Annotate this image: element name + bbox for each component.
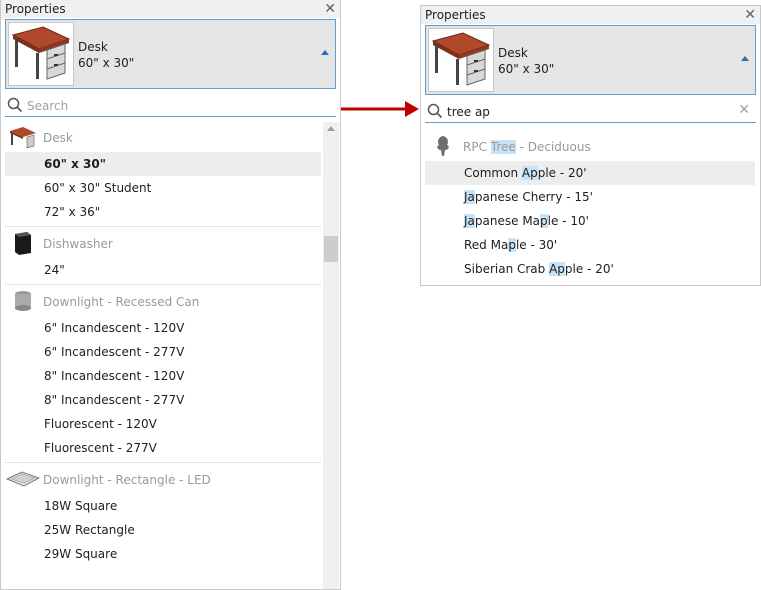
list-item[interactable]: 18W Square (5, 494, 321, 518)
type-size: 60" x 30" (498, 62, 555, 76)
type-size: 60" x 30" (78, 56, 135, 70)
search-results: RPC Tree - Deciduous Common Apple - 20' … (425, 131, 755, 281)
list-item[interactable]: 60" x 30" (5, 152, 321, 176)
group-label: Downlight - Recessed Can (43, 295, 200, 309)
group-header-dishwasher: Dishwasher (5, 228, 321, 258)
divider (5, 284, 321, 285)
list-item[interactable]: 72" x 36" (5, 200, 321, 224)
rectangle-led-icon (6, 471, 40, 487)
close-icon[interactable]: ✕ (744, 6, 756, 24)
list-item[interactable]: 6" Incandescent - 120V (5, 316, 321, 340)
list-item[interactable]: 24" (5, 258, 321, 282)
desk-thumbnail (8, 22, 74, 86)
group-label: Desk (43, 131, 73, 145)
search-icon (7, 97, 23, 113)
group-header-downlight-recessed-can: Downlight - Recessed Can (5, 286, 321, 316)
type-name: Desk (78, 40, 108, 54)
search-input[interactable] (27, 97, 287, 115)
list-item[interactable]: 8" Incandescent - 277V (5, 388, 321, 412)
list-item[interactable]: 6" Incandescent - 277V (5, 340, 321, 364)
list-item[interactable]: Japanese Cherry - 15' (425, 185, 755, 209)
list-item[interactable]: 29W Square (5, 542, 321, 566)
scrollbar-thumb[interactable] (324, 236, 338, 262)
list-item[interactable]: Japanese Maple - 10' (425, 209, 755, 233)
divider (5, 226, 321, 227)
scroll-up-icon[interactable] (327, 126, 335, 131)
tree-icon (437, 136, 449, 156)
search-input[interactable] (447, 103, 707, 121)
group-label: Downlight - Rectangle - LED (43, 473, 211, 487)
group-label: Dishwasher (43, 237, 113, 251)
clear-search-icon[interactable]: ✕ (738, 102, 750, 118)
divider (5, 462, 321, 463)
search-icon (427, 103, 443, 119)
properties-panel-right: Properties ✕ Desk 60" x 30" tree ap ✕ RP… (420, 5, 761, 286)
search-box[interactable] (5, 95, 336, 117)
list-item[interactable]: Siberian Crab Apple - 20' (425, 257, 755, 281)
dropdown-arrow-icon[interactable] (321, 50, 329, 55)
scrollbar[interactable] (323, 122, 339, 589)
list-item[interactable]: Fluorescent - 277V (5, 436, 321, 460)
recessed-can-icon (15, 291, 31, 311)
titlebar[interactable]: Properties ✕ (421, 6, 760, 24)
dishwasher-icon (15, 232, 31, 255)
properties-panel-left: Properties ✕ Desk 60" x 30" Search Desk … (0, 0, 341, 590)
list-item[interactable]: Common Apple - 20' (425, 161, 755, 185)
group-label: RPC Tree - Deciduous (463, 140, 591, 154)
panel-title: Properties (425, 8, 486, 22)
list-item[interactable]: Red Maple - 30' (425, 233, 755, 257)
type-name: Desk (498, 46, 528, 60)
group-header-rpc-tree: RPC Tree - Deciduous (425, 131, 755, 161)
red-arrow-icon (341, 101, 419, 117)
dropdown-arrow-icon[interactable] (741, 56, 749, 61)
panel-title: Properties (5, 2, 66, 16)
type-list: Desk 60" x 30" 60" x 30" Student 72" x 3… (5, 122, 321, 566)
close-icon[interactable]: ✕ (324, 0, 336, 18)
list-item[interactable]: 60" x 30" Student (5, 176, 321, 200)
desk-icon (10, 127, 36, 149)
list-item[interactable]: Fluorescent - 120V (5, 412, 321, 436)
group-header-desk: Desk (5, 122, 321, 152)
list-item[interactable]: 25W Rectangle (5, 518, 321, 542)
type-selector[interactable]: Desk 60" x 30" (5, 19, 336, 89)
list-item[interactable]: 8" Incandescent - 120V (5, 364, 321, 388)
search-box[interactable]: ✕ (425, 101, 756, 123)
desk-thumbnail (428, 28, 494, 92)
titlebar[interactable]: Properties ✕ (1, 0, 340, 18)
group-header-downlight-rectangle-led: Downlight - Rectangle - LED (5, 464, 321, 494)
type-selector[interactable]: Desk 60" x 30" (425, 25, 756, 95)
